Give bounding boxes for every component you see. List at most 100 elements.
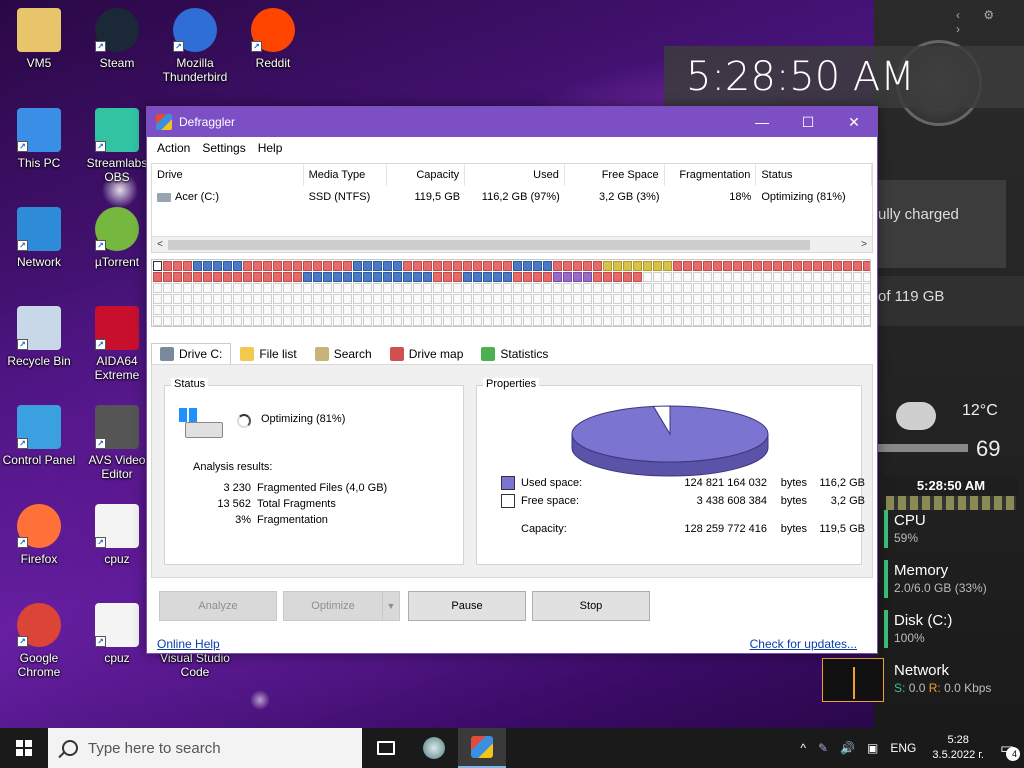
drive-map-block[interactable] <box>713 316 722 326</box>
drive-map-block[interactable] <box>423 272 432 282</box>
drive-map-block[interactable] <box>723 283 732 293</box>
drive-map-block[interactable] <box>463 261 472 271</box>
drive-map-block[interactable] <box>863 316 870 326</box>
drive-map-block[interactable] <box>603 261 612 271</box>
drive-map-block[interactable] <box>683 283 692 293</box>
drive-map-block[interactable] <box>443 283 452 293</box>
drive-map-block[interactable] <box>183 261 192 271</box>
desktop-icon[interactable]: ↗ Network <box>0 207 78 269</box>
drive-map-block[interactable] <box>343 272 352 282</box>
drive-map-block[interactable] <box>713 272 722 282</box>
drive-map-block[interactable] <box>313 294 322 304</box>
drive-map-block[interactable] <box>663 294 672 304</box>
drive-map-block[interactable] <box>593 316 602 326</box>
drive-map-block[interactable] <box>513 316 522 326</box>
drive-map-block[interactable] <box>703 283 712 293</box>
drive-map-block[interactable] <box>733 316 742 326</box>
drive-map-block[interactable] <box>403 305 412 315</box>
drive-map-block[interactable] <box>633 272 642 282</box>
drive-map-block[interactable] <box>853 272 862 282</box>
drive-map-block[interactable] <box>313 261 322 271</box>
drive-map-block[interactable] <box>383 272 392 282</box>
drive-map-block[interactable] <box>163 305 172 315</box>
drive-map-block[interactable] <box>343 294 352 304</box>
desktop-icon[interactable]: ↗ cpuz <box>78 603 156 665</box>
drive-map-block[interactable] <box>803 283 812 293</box>
drive-map-block[interactable] <box>493 316 502 326</box>
drive-map-block[interactable] <box>863 294 870 304</box>
drive-map-block[interactable] <box>713 261 722 271</box>
drive-map-block[interactable] <box>683 261 692 271</box>
drive-map-block[interactable] <box>593 283 602 293</box>
drive-map-block[interactable] <box>333 261 342 271</box>
drive-map-block[interactable] <box>403 316 412 326</box>
drive-map-block[interactable] <box>223 294 232 304</box>
drive-map-block[interactable] <box>293 272 302 282</box>
drive-map-block[interactable] <box>213 305 222 315</box>
drive-map-block[interactable] <box>643 294 652 304</box>
drive-map-block[interactable] <box>233 283 242 293</box>
taskbar-defraggler[interactable] <box>458 728 506 768</box>
drive-map-block[interactable] <box>473 294 482 304</box>
drive-map-block[interactable] <box>413 272 422 282</box>
drive-map-block[interactable] <box>483 261 492 271</box>
optimize-button[interactable]: Optimize <box>283 591 383 621</box>
drive-map-block[interactable] <box>553 283 562 293</box>
drive-map-block[interactable] <box>583 283 592 293</box>
drive-map-block[interactable] <box>583 316 592 326</box>
taskbar-steam[interactable] <box>410 728 458 768</box>
drive-map-block[interactable] <box>453 272 462 282</box>
drive-map-block[interactable] <box>463 294 472 304</box>
drive-map-block[interactable] <box>623 294 632 304</box>
drive-map-block[interactable] <box>403 294 412 304</box>
drive-map-block[interactable] <box>843 294 852 304</box>
col-used[interactable]: Used <box>465 164 565 186</box>
drive-map-block[interactable] <box>673 316 682 326</box>
drive-map-block[interactable] <box>223 261 232 271</box>
drive-map-block[interactable] <box>773 261 782 271</box>
drive-map-block[interactable] <box>513 272 522 282</box>
drive-map-block[interactable] <box>513 283 522 293</box>
drive-map-block[interactable] <box>713 294 722 304</box>
drive-map-block[interactable] <box>273 294 282 304</box>
drive-map-block[interactable] <box>783 283 792 293</box>
drive-map-block[interactable] <box>673 305 682 315</box>
drive-map-block[interactable] <box>363 261 372 271</box>
drive-map-block[interactable] <box>773 305 782 315</box>
drive-map-block[interactable] <box>603 294 612 304</box>
drive-map-block[interactable] <box>563 261 572 271</box>
drive-map-block[interactable] <box>483 305 492 315</box>
start-button[interactable] <box>0 728 48 768</box>
drive-map-block[interactable] <box>683 294 692 304</box>
scroll-thumb[interactable] <box>168 240 810 250</box>
taskbar-clock[interactable]: 5:28 3.5.2022 г. <box>922 733 994 763</box>
drive-map-block[interactable] <box>163 272 172 282</box>
drive-map[interactable] <box>151 259 871 327</box>
drive-map-block[interactable] <box>173 305 182 315</box>
desktop-icon[interactable]: ↗ Google Chrome <box>0 603 78 679</box>
drive-map-block[interactable] <box>673 294 682 304</box>
drive-map-block[interactable] <box>783 261 792 271</box>
tab-drive-map[interactable]: Drive map <box>381 343 473 365</box>
drive-map-block[interactable] <box>613 283 622 293</box>
drive-map-block[interactable] <box>323 316 332 326</box>
drive-map-block[interactable] <box>563 294 572 304</box>
desktop-icon[interactable]: ↗ Steam <box>78 8 156 70</box>
drive-map-block[interactable] <box>533 305 542 315</box>
drive-map-block[interactable] <box>313 316 322 326</box>
drive-map-block[interactable] <box>173 261 182 271</box>
desktop-icon[interactable]: ↗ Reddit <box>234 8 312 70</box>
drive-map-block[interactable] <box>813 305 822 315</box>
drive-map-block[interactable] <box>823 261 832 271</box>
drive-map-block[interactable] <box>563 305 572 315</box>
drive-map-block[interactable] <box>483 294 492 304</box>
drive-map-block[interactable] <box>813 261 822 271</box>
drive-map-block[interactable] <box>353 272 362 282</box>
drive-map-block[interactable] <box>553 261 562 271</box>
drive-map-block[interactable] <box>353 261 362 271</box>
drive-map-block[interactable] <box>603 305 612 315</box>
drive-map-block[interactable] <box>413 305 422 315</box>
drive-map-block[interactable] <box>643 283 652 293</box>
drive-map-block[interactable] <box>183 272 192 282</box>
drive-map-block[interactable] <box>603 272 612 282</box>
